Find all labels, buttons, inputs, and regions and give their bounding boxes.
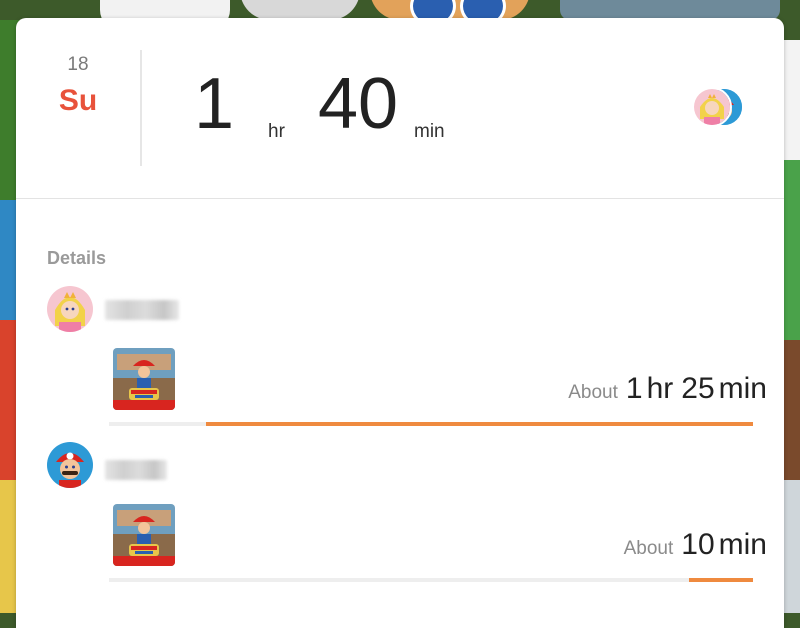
total-hours-unit: hr xyxy=(268,121,285,142)
duration-minutes-unit: min xyxy=(718,528,767,561)
duration-minutes: 25 xyxy=(681,372,715,405)
play-duration: About 10 min xyxy=(624,528,767,562)
mario-odyssey-game-icon xyxy=(113,504,175,566)
day-number: 18 xyxy=(67,54,89,75)
duration-hours: 1 xyxy=(625,372,643,405)
duration-minutes-unit: min xyxy=(718,372,767,405)
play-duration: About 1 hr 25 min xyxy=(568,372,767,406)
playtime-bar xyxy=(109,578,753,582)
peach-avatar-icon xyxy=(692,87,732,127)
mario-avatar-icon xyxy=(47,442,93,488)
day-name: Su xyxy=(58,84,98,117)
playtime-bar xyxy=(109,422,753,426)
duration-hours-unit: hr xyxy=(646,372,674,405)
duration-minutes: 10 xyxy=(681,528,715,561)
playtime-bar-fill xyxy=(688,578,753,582)
peach-avatar-icon xyxy=(47,286,93,332)
day-summary: 18 Su 1 hr 40 min xyxy=(16,18,784,199)
playtime-bar-fill xyxy=(205,422,753,426)
total-minutes: 40 xyxy=(318,64,399,144)
about-label: About xyxy=(623,538,674,559)
mario-odyssey-game-icon xyxy=(113,348,175,410)
player-avatars[interactable] xyxy=(692,87,744,127)
total-hours: 1 xyxy=(194,64,235,144)
about-label: About xyxy=(568,382,618,403)
player-name-redacted xyxy=(105,460,167,480)
daily-playtime-card: 18 Su 1 hr 40 min Details About 1 hr 25 … xyxy=(16,18,784,628)
player-name-redacted xyxy=(105,300,179,320)
divider xyxy=(140,50,142,166)
details-heading: Details xyxy=(47,248,107,268)
total-minutes-unit: min xyxy=(414,121,445,142)
